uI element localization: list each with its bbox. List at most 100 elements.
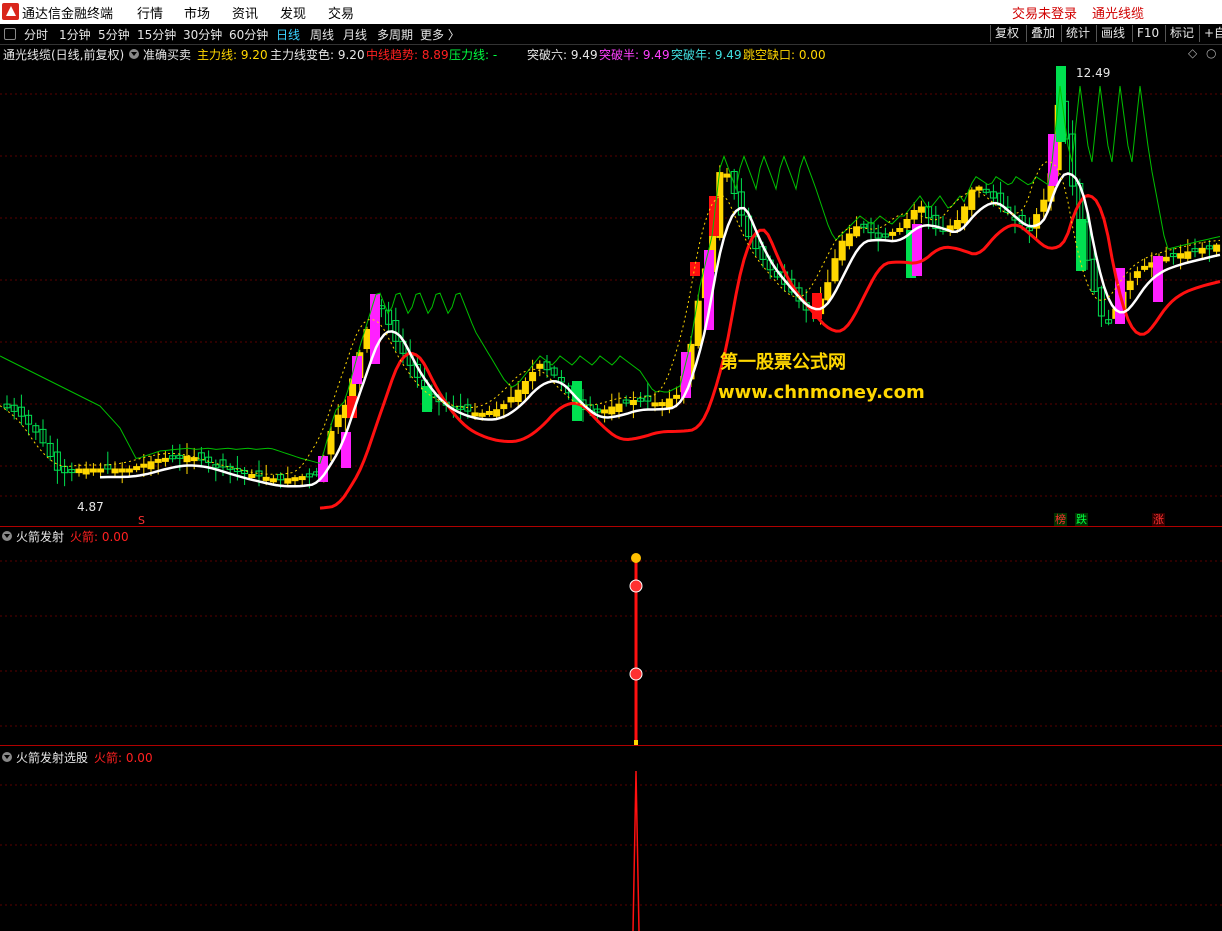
- signal-bar: [1076, 219, 1086, 271]
- candle-body: [190, 457, 198, 462]
- candle-body: [651, 402, 659, 407]
- candle-body: [485, 411, 493, 415]
- tongji-button[interactable]: 统计: [1061, 25, 1094, 42]
- candles: [3, 66, 1221, 489]
- candle-body: [133, 466, 141, 471]
- candle-body: [284, 478, 292, 484]
- candle-body: [953, 220, 961, 230]
- candle-body: [673, 394, 681, 399]
- candle-body: [514, 389, 522, 402]
- candle-body: [1213, 244, 1221, 252]
- trade-login-status[interactable]: 交易未登录: [1012, 3, 1077, 22]
- period-15min[interactable]: 15分钟: [137, 26, 176, 43]
- candle-body: [97, 468, 105, 473]
- menu-zixun[interactable]: 资讯: [232, 3, 258, 22]
- close-panel-icon[interactable]: ○: [1206, 46, 1216, 60]
- signal-bar: [1153, 256, 1163, 302]
- candle-body: [161, 457, 169, 462]
- diamond-icon[interactable]: ◇: [1188, 46, 1197, 60]
- field-zhongxian-qushi: 中线趋势: 8.89: [366, 48, 449, 62]
- menu-jiaoyi[interactable]: 交易: [328, 3, 354, 22]
- menu-shichang[interactable]: 市场: [184, 3, 210, 22]
- period-1min[interactable]: 1分钟: [59, 26, 91, 43]
- panel-toggle-icon[interactable]: [4, 28, 16, 40]
- low-price-label: 4.87: [77, 500, 104, 514]
- candle-body: [831, 258, 839, 282]
- candle-body: [615, 403, 623, 412]
- rocket-selection-chart[interactable]: [0, 747, 1222, 931]
- rocket-ball-1: [629, 579, 643, 593]
- rocket-top-dot: [631, 553, 641, 563]
- field-yalixian: 压力线: -: [449, 48, 498, 62]
- candle-body: [1162, 256, 1170, 262]
- candle-body: [298, 476, 306, 481]
- candle-body: [1184, 251, 1192, 259]
- candle-body: [262, 476, 270, 481]
- candle-body: [1177, 253, 1185, 259]
- period-5min[interactable]: 5分钟: [98, 26, 130, 43]
- indicator-link[interactable]: 通光线缆: [1092, 3, 1144, 22]
- period-60min[interactable]: 60分钟: [229, 26, 268, 43]
- zhang-marker: 涨: [1152, 513, 1165, 526]
- candle-body: [608, 406, 616, 415]
- candle-body: [838, 240, 846, 261]
- diejia-button[interactable]: 叠加: [1026, 25, 1059, 42]
- period-more[interactable]: 更多 〉: [420, 26, 460, 43]
- main-indicator-bar: 通光线缆(日线,前复权) 准确买卖 主力线: 9.20 主力线变色: 9.20 …: [0, 45, 1222, 63]
- candle-body: [1133, 271, 1141, 278]
- signal-bar: [422, 386, 432, 412]
- candle-body: [629, 400, 637, 406]
- selection-spike: [632, 770, 640, 931]
- period-daily[interactable]: 日线: [276, 26, 300, 43]
- period-30min[interactable]: 30分钟: [183, 26, 222, 43]
- field-zhulixian: 主力线: 9.20: [197, 48, 268, 62]
- app-logo-icon: [2, 3, 19, 20]
- candle-body: [183, 455, 191, 463]
- candle-body: [601, 409, 609, 414]
- signal-bar: [1056, 66, 1066, 142]
- custom-button[interactable]: +自: [1199, 25, 1222, 42]
- period-monthly[interactable]: 月线: [343, 26, 367, 43]
- die-marker: 跌: [1075, 513, 1088, 526]
- period-fenshi[interactable]: 分时: [24, 26, 48, 43]
- candle-body: [118, 468, 126, 473]
- app-title: 通达信金融终端: [22, 7, 114, 22]
- huaxian-button[interactable]: 画线: [1096, 25, 1129, 42]
- period-weekly[interactable]: 周线: [310, 26, 334, 43]
- rocket-indicator-chart[interactable]: [0, 527, 1222, 745]
- menu-faxian[interactable]: 发现: [280, 3, 306, 22]
- field-tupo-ban: 突破半: 9.49: [599, 48, 670, 62]
- rocket-ball-2: [629, 667, 643, 681]
- candle-body: [961, 206, 969, 224]
- bang-marker: 榜: [1054, 513, 1067, 526]
- biaoji-button[interactable]: 标记: [1165, 25, 1198, 42]
- watermark-cn: 第一股票公式网: [720, 352, 846, 373]
- candle-body: [507, 396, 515, 403]
- candle-body: [824, 282, 832, 301]
- indicator-dropdown-icon[interactable]: [129, 49, 139, 59]
- period-toolbar: 分时 1分钟 5分钟 15分钟 30分钟 60分钟 日线 周线 月线 多周期 更…: [0, 24, 1222, 45]
- candle-body: [140, 463, 148, 468]
- panel-divider-2[interactable]: [0, 745, 1222, 746]
- field-tiaokong-quekou: 跳空缺口: 0.00: [743, 48, 826, 62]
- watermark-url: www.chnmoney.com: [718, 382, 925, 403]
- candle-body: [723, 173, 731, 178]
- period-multi[interactable]: 多周期: [377, 26, 413, 43]
- menu-hangqing[interactable]: 行情: [137, 3, 163, 22]
- candle-body: [896, 228, 904, 232]
- candlestick-chart[interactable]: [0, 64, 1222, 526]
- field-zhulixian-bianse: 主力线变色: 9.20: [270, 48, 365, 62]
- indicator-name[interactable]: 准确买卖: [143, 46, 191, 63]
- candle-body: [889, 231, 897, 236]
- candle-body: [82, 468, 90, 475]
- candle-body: [529, 372, 537, 382]
- signal-bar: [690, 262, 700, 276]
- candle-body: [75, 468, 83, 474]
- candle-body: [147, 461, 155, 470]
- candle-body: [471, 412, 479, 417]
- candle-body: [111, 468, 119, 474]
- f10-button[interactable]: F10: [1132, 25, 1163, 42]
- fuquan-button[interactable]: 复权: [990, 25, 1023, 42]
- candle-body: [154, 458, 162, 463]
- candle-body: [363, 329, 371, 350]
